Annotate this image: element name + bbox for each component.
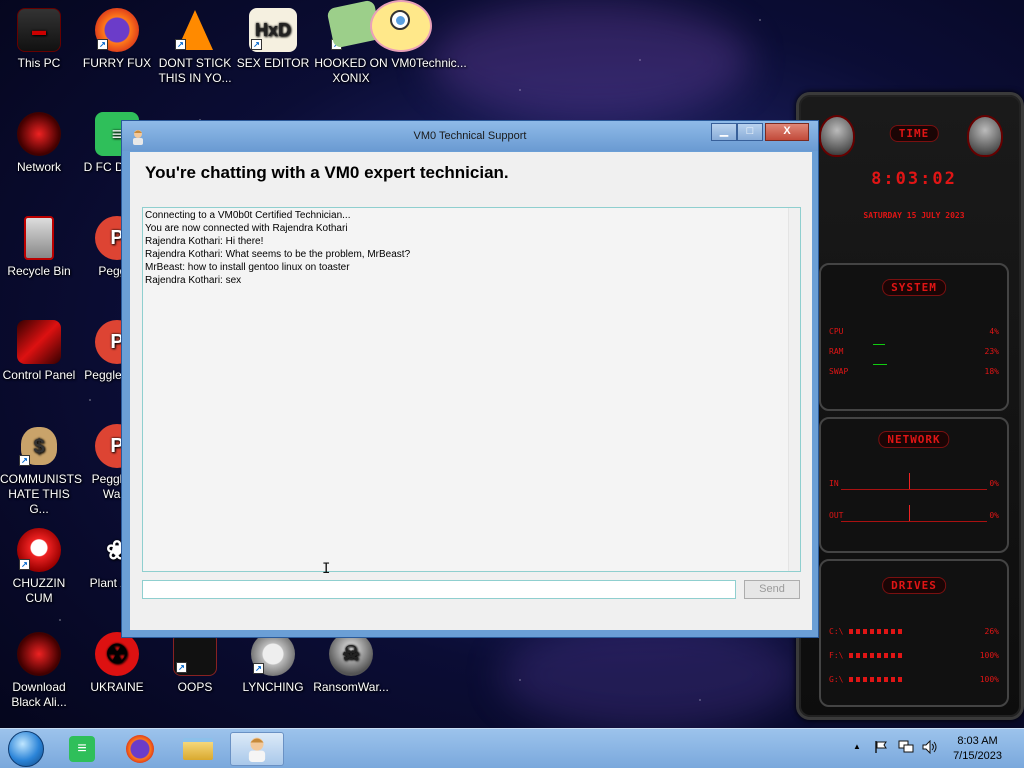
network-in-graph — [841, 489, 987, 490]
chat-window: VM0 Technical Support ▁ □ X You're chatt… — [121, 120, 819, 638]
date-value: SATURDAY 15 JULY 2023 — [863, 211, 965, 220]
chuzzle-icon: ↗ — [17, 528, 61, 572]
chat-heading: You're chatting with a VM0 expert techni… — [145, 163, 509, 182]
chat-message: MrBeast: how to install gentoo linux on … — [145, 262, 350, 273]
desktop-icon-furry-fux[interactable]: ↗ FURRY FUX — [78, 8, 156, 71]
window-client-area: You're chatting with a VM0 expert techni… — [130, 152, 812, 630]
chat-message: Rajendra Kothari: Hi there! — [145, 236, 264, 247]
computer-icon: ▬ — [17, 8, 61, 52]
minimize-button[interactable]: ▁ — [711, 123, 737, 141]
message-input[interactable] — [142, 580, 736, 599]
firefox-icon: ↗ — [95, 8, 139, 52]
chat-message: You are now connected with Rajendra Koth… — [145, 223, 348, 234]
flag-icon[interactable] — [874, 740, 888, 757]
drives-section: DRIVES C:\ 26% F:\ 100% G:\ 100% — [819, 559, 1009, 707]
text-cursor-icon: I — [322, 561, 331, 577]
network-out-row: OUT 0% — [829, 511, 999, 520]
network-out-spike — [909, 505, 910, 521]
control-panel-icon — [17, 320, 61, 364]
volume-icon[interactable] — [922, 739, 938, 757]
desktop-icon-sex-editor[interactable]: HxD ↗ SEX EDITOR — [234, 8, 312, 71]
desktop-icon-this-pc[interactable]: ▬ This PC — [0, 8, 78, 71]
window-titlebar[interactable]: VM0 Technical Support ▁ □ X — [122, 121, 818, 151]
network-out-graph — [841, 521, 987, 522]
clock-date: 7/15/2023 — [953, 750, 1002, 762]
network-in-spike — [909, 473, 910, 489]
money-bag-icon: $ ↗ — [17, 424, 61, 468]
taskbar-clock[interactable]: 8:03 AM 7/15/2023 — [953, 734, 1002, 764]
maximize-button[interactable]: □ — [737, 123, 763, 141]
taskbar-file-explorer-icon[interactable] — [180, 732, 216, 766]
drive-g-bar — [849, 677, 903, 682]
desktop-icon-chuzzin[interactable]: ↗ CHUZZIN CUM — [0, 528, 78, 606]
taskbar-notes-icon[interactable]: ≡ — [64, 732, 100, 766]
minimize-icon: ▁ — [719, 125, 729, 137]
chat-message: Rajendra Kothari: What seems to be the p… — [145, 249, 411, 260]
chat-message: Rajendra Kothari: sex — [145, 275, 242, 286]
desktop-icon-oops[interactable]: ↗ OOPS — [156, 632, 234, 695]
alien-icon — [17, 632, 61, 676]
system-monitor-widget: TIME 8:03:02 SATURDAY 15 JULY 2023 SYSTE… — [796, 92, 1024, 720]
recycle-bin-icon — [24, 216, 54, 260]
desktop-icon-communists[interactable]: $ ↗ COMMUNISTS HATE THIS G... — [0, 424, 82, 517]
skull-icon: ☠ — [329, 632, 373, 676]
chat-message: Connecting to a VM0b0t Certified Technic… — [145, 210, 351, 221]
drives-header: DRIVES — [882, 577, 946, 594]
cartoon-mascot-image — [322, 0, 442, 58]
clock-time: 8:03 AM — [957, 735, 998, 747]
desktop-icon-lynching[interactable]: ↗ LYNCHING — [234, 632, 312, 695]
system-header: SYSTEM — [882, 279, 946, 296]
desktop-icon-ransomware[interactable]: ☠ RansomWar... — [312, 632, 390, 695]
time-section: TIME 8:03:02 SATURDAY 15 JULY 2023 — [819, 109, 1009, 257]
radiation-icon: ☢ — [95, 632, 139, 676]
taskbar: ≡ ▲ 8:03 AM 7/15/2023 — [0, 728, 1024, 768]
nebula-glow — [430, 0, 750, 120]
drive-c-bar — [849, 629, 903, 634]
network-header: NETWORK — [878, 431, 950, 448]
maximize-icon: □ — [746, 125, 754, 137]
taskbar-vm0-technical-support[interactable] — [230, 732, 284, 766]
desktop-icon-dont-stick[interactable]: ↗ DONT STICK THIS IN YO... — [156, 8, 234, 86]
desktop-icon-ukraine[interactable]: ☢ UKRAINE — [78, 632, 156, 695]
technician-icon — [248, 737, 266, 762]
chat-log-scrollbar[interactable] — [788, 208, 800, 571]
close-button[interactable]: X — [765, 123, 809, 141]
gear-icon: ↗ — [251, 632, 295, 676]
desktop-icon-network[interactable]: Network — [0, 112, 78, 175]
show-hidden-icons-button[interactable]: ▲ — [853, 742, 861, 751]
network-in-row: IN 0% — [829, 479, 999, 488]
cpu-row: CPU 4% — [829, 327, 999, 336]
oops-icon: ↗ — [173, 632, 217, 676]
desktop-icon-download-black-alien[interactable]: Download Black Ali... — [0, 632, 78, 710]
close-icon: X — [783, 125, 791, 137]
send-button[interactable]: Send — [744, 580, 800, 599]
hxd-editor-icon: HxD ↗ — [249, 8, 297, 52]
system-section: SYSTEM CPU 4% RAM 23% SWAP 18% — [819, 263, 1009, 411]
chat-log[interactable]: Connecting to a VM0b0t Certified Technic… — [142, 207, 801, 572]
swap-graph — [873, 364, 887, 365]
time-value: 8:03:02 — [871, 169, 957, 189]
swap-row: SWAP 18% — [829, 367, 999, 376]
drive-f-bar — [849, 653, 903, 658]
taskbar-firefox-icon[interactable] — [122, 732, 158, 766]
ram-row: RAM 23% — [829, 347, 999, 356]
alien-network-icon — [17, 112, 61, 156]
vlc-cone-icon: ↗ — [173, 8, 217, 52]
desktop-icon-recycle-bin[interactable]: Recycle Bin — [0, 216, 78, 279]
start-button[interactable] — [8, 731, 44, 767]
network-icon[interactable] — [898, 740, 914, 757]
time-header: TIME — [889, 125, 939, 142]
network-section: NETWORK IN 0% OUT 0% — [819, 417, 1009, 553]
desktop-icon-control-panel[interactable]: Control Panel — [0, 320, 78, 383]
ram-graph — [873, 344, 885, 345]
